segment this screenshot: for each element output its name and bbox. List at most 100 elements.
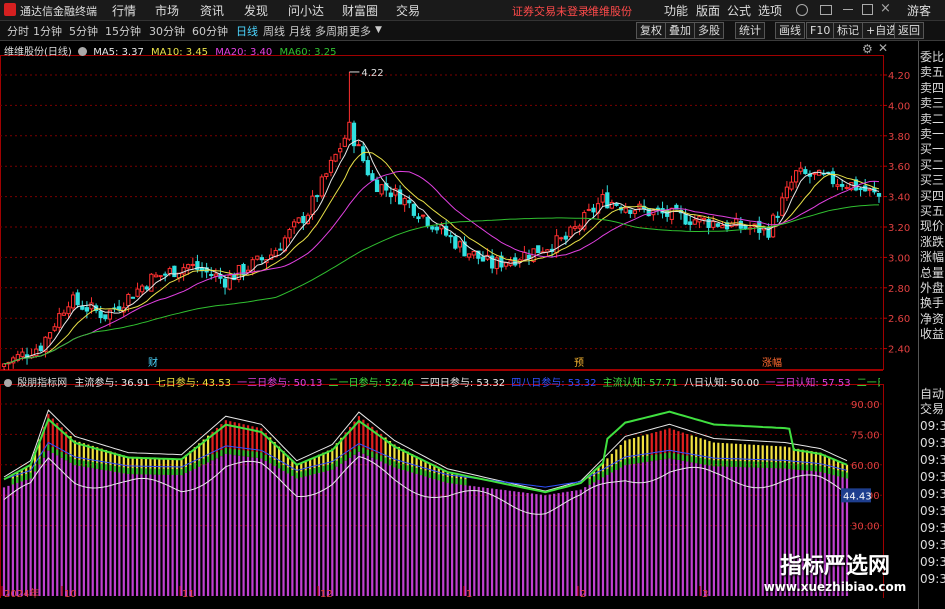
candle-body — [876, 193, 882, 197]
menu-item-wealth[interactable]: 财富圈 — [342, 2, 378, 19]
candle-body — [20, 351, 25, 358]
adjust-button[interactable]: 复权 — [636, 22, 666, 39]
candle-body — [388, 192, 393, 198]
menu-item-formula[interactable]: 公式 — [727, 2, 751, 19]
side-panel-item: 卖一 — [920, 127, 945, 141]
watermark: 指标严选网 www.xuezhibiao.com — [752, 548, 918, 600]
candle-body — [614, 203, 619, 206]
candle-body — [84, 307, 90, 312]
f10-button[interactable]: F10 — [806, 22, 835, 39]
side-panel-item: 委比 — [920, 50, 945, 64]
candle-body — [692, 219, 697, 225]
candle-body — [98, 310, 103, 319]
candle-body — [61, 312, 66, 316]
candle-body — [434, 226, 440, 231]
candle-body — [167, 268, 172, 274]
ma5-line — [3, 139, 880, 365]
candle-body — [803, 169, 808, 174]
menu-item-options[interactable]: 选项 — [758, 2, 782, 19]
settings-circle-icon[interactable] — [78, 47, 87, 56]
menu-item-function[interactable]: 功能 — [664, 2, 688, 19]
ma10-label: MA10: 3.45 — [151, 47, 209, 58]
message-icon[interactable] — [820, 5, 832, 15]
ma5-label: MA5: 3.37 — [93, 47, 144, 58]
legend-13d-cy: 一三日参与: 50.13 — [237, 378, 323, 389]
candle-body — [172, 265, 177, 278]
side-panel-item: 买四 — [920, 188, 945, 203]
y-tick-label: 3.60 — [888, 162, 910, 173]
back-button[interactable]: 返回 — [894, 22, 924, 39]
menu-item-ask[interactable]: 问小达 — [288, 2, 324, 19]
candle-body — [586, 208, 591, 211]
chart-settings-icon[interactable]: ⚙ — [862, 42, 873, 56]
minimize-icon[interactable] — [843, 9, 853, 10]
guest-label[interactable]: 游客 — [895, 2, 943, 19]
menu-item-market[interactable]: 市场 — [155, 2, 179, 19]
kline-chart[interactable]: 4.20 4.00 3.80 3.60 3.40 3.20 3.00 2.80 2.60 2.40… — [0, 41, 918, 371]
candle-body — [467, 253, 472, 258]
candle-body — [213, 273, 218, 277]
legend-zl-cy: 主流参与: 36.91 — [74, 378, 150, 389]
side-panel-item: 09:34 — [920, 419, 945, 433]
tab-multi-period[interactable]: 多周期 — [315, 23, 348, 39]
ma60-label: MA60: 3.25 — [279, 47, 337, 58]
candle-body — [153, 274, 159, 278]
tab-15min[interactable]: 15分钟 — [105, 23, 141, 39]
event-marker: 预 — [574, 357, 584, 369]
draw-button[interactable]: 画线 — [775, 22, 805, 39]
mark-button[interactable]: 标记 — [833, 22, 863, 39]
candle-body — [688, 221, 693, 225]
overlay-button[interactable]: 叠加 — [665, 22, 695, 39]
indicator-settings-icon[interactable] — [4, 379, 12, 387]
indicator-name: 殷朋指标网 — [17, 378, 68, 389]
tab-60min[interactable]: 60分钟 — [192, 23, 228, 39]
menu-item-news[interactable]: 资讯 — [200, 2, 224, 19]
y-tick-label: 90.00 — [851, 400, 880, 411]
close-icon[interactable]: × — [880, 1, 891, 16]
menu-item-discover[interactable]: 发现 — [244, 2, 268, 19]
stats-button[interactable]: 统计 — [735, 22, 765, 39]
candle-body — [784, 186, 790, 199]
candle-body — [775, 215, 780, 218]
candle-body — [522, 251, 527, 261]
candle-body — [209, 273, 214, 276]
candle-body — [453, 236, 458, 249]
side-panel-item: 涨跌 — [920, 234, 945, 249]
main-chart-legend: 维维股份(日线) MA5: 3.37 MA10: 3.45 MA20: 3.40… — [4, 43, 336, 58]
menu-item-trade[interactable]: 交易 — [396, 2, 420, 19]
candle-body — [47, 332, 53, 339]
candle-body — [227, 274, 232, 290]
y-tick-label: 3.00 — [888, 253, 910, 264]
tab-1min[interactable]: 1分钟 — [33, 23, 62, 39]
candle-body — [190, 263, 195, 266]
multi-stock-button[interactable]: 多股 — [694, 22, 724, 39]
tab-weekly[interactable]: 周线 — [263, 23, 285, 39]
chart-close-icon[interactable]: ✕ — [878, 41, 888, 55]
tab-monthly[interactable]: 月线 — [289, 23, 311, 39]
tab-more[interactable]: 更多 — [349, 23, 371, 39]
tab-daily[interactable]: 日线 — [236, 23, 258, 39]
side-panel-item: 09:34 — [920, 453, 945, 467]
legend-zl-rz: 主流认知: 57.71 — [602, 378, 678, 389]
candle-body — [130, 296, 136, 299]
maximize-icon[interactable] — [862, 4, 873, 15]
login-notice[interactable]: 证券交易未登录 — [512, 3, 589, 19]
candle-body — [379, 184, 384, 195]
menu-item-layout[interactable]: 版面 — [696, 2, 720, 19]
candle-body — [623, 207, 628, 213]
candle-body — [259, 257, 265, 261]
chevron-down-icon[interactable]: ▼ — [375, 25, 382, 35]
y-tick-label: 3.80 — [888, 132, 910, 143]
ma20-line — [3, 170, 880, 365]
candle-body — [365, 160, 370, 176]
event-marker: 涨幅 — [762, 356, 782, 369]
candle-body — [278, 248, 283, 251]
tab-5min[interactable]: 5分钟 — [69, 23, 98, 39]
menu-item-quotes[interactable]: 行情 — [112, 2, 136, 19]
user-icon[interactable] — [796, 4, 808, 16]
candle-body — [430, 226, 435, 230]
candle-body — [789, 181, 794, 190]
tab-intraday[interactable]: 分时 — [7, 23, 29, 39]
legend-21d-rz: 二一日认知: 63.66 — [856, 378, 880, 389]
tab-30min[interactable]: 30分钟 — [149, 23, 185, 39]
